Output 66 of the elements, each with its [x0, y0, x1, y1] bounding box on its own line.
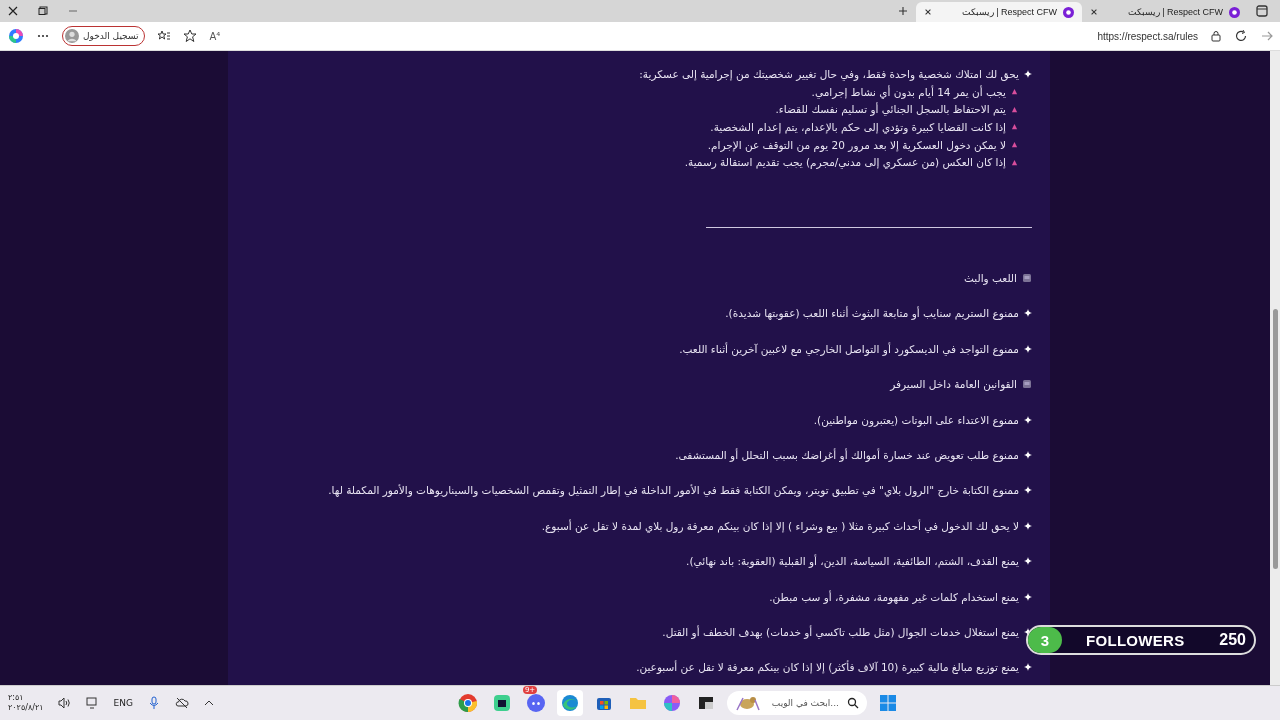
close-tab-icon[interactable] [1090, 8, 1098, 16]
workspaces-icon[interactable] [1256, 5, 1268, 17]
triangle-icon [1011, 105, 1018, 113]
edge-icon[interactable] [556, 690, 583, 716]
cloud-off-icon[interactable] [174, 696, 189, 710]
triangle-icon [1011, 141, 1018, 149]
rule-text: يمنع توزيع مبالغ مالية كبيرة (10 آلاف فأكثر) إلا إذا كان بينكم معرفة لا تقل عن أسبوعين. [636, 661, 1019, 674]
triangle-icon [1011, 158, 1018, 166]
sparkle-icon [1024, 521, 1032, 530]
rule-text: يمنع استخدام كلمات غير مفهومة، مشفرة، أو سب مبطن. [769, 590, 1019, 603]
search-icon [846, 697, 859, 709]
favorites-icon[interactable] [157, 29, 172, 43]
rule-text: يتم الاحتفاظ بالسجل الجنائي أو تسليم نفسك للقضاء. [775, 103, 1006, 116]
login-button[interactable]: تسجيل الدخول [62, 26, 146, 46]
avatar-icon [65, 29, 79, 43]
new-tab-icon[interactable] [898, 6, 908, 16]
sparkle-icon [1024, 592, 1032, 601]
followers-label: FOLLOWERS [1086, 631, 1185, 649]
url-text[interactable]: https://respect.sa/rules [1097, 30, 1198, 42]
sparkle-icon [1024, 450, 1032, 459]
browser-tab[interactable]: Respect CFW | ريسبكت [1082, 2, 1248, 22]
site-icon [1229, 6, 1240, 18]
rule-text: يحق لك امتلاك شخصية واحدة فقط، وفي حال تغيير شخصيتك من إجرامية إلى عسكرية: [639, 67, 1019, 80]
triangle-icon [1011, 88, 1018, 96]
sparkle-icon [1024, 415, 1032, 424]
rule-text: ممنوع التواجد في الديسكورد أو التواصل الخارجي مع لاعبين آخرين أثناء اللعب. [679, 342, 1019, 355]
sparkle-icon [1024, 663, 1032, 672]
rule-text: يمنع القذف، الشتم، الطائفية، السياسة، الدين، أو القبلية (العقوبة: باند نهائي). [686, 555, 1019, 568]
clock-time[interactable]: ٢:٥١ [8, 693, 44, 703]
close-icon[interactable] [8, 6, 18, 16]
rule-text: لا يمكن دخول العسكرية إلا بعد مرور 20 يوم من التوقف عن الإجرام. [707, 138, 1006, 151]
rule-text: إذا كان العكس (من عسكري إلى مدني/مجرم) يجب تقديم استقالة رسمية. [684, 156, 1006, 169]
language-indicator[interactable]: ENG [113, 698, 133, 708]
star-icon[interactable] [183, 29, 198, 43]
clock-date[interactable]: ٢٠٢٥/٨/٢١ [8, 703, 44, 713]
refresh-icon[interactable] [1234, 29, 1248, 43]
rule-text: يجب أن يمر 14 أيام بدون أي نشاط إجرامي. [811, 85, 1006, 98]
back-icon[interactable] [1260, 29, 1274, 43]
close-tab-icon[interactable] [924, 8, 932, 16]
triangle-icon [1011, 123, 1018, 131]
site-icon [1063, 6, 1074, 18]
sparkle-icon [1024, 557, 1032, 566]
lock-icon[interactable] [1210, 30, 1222, 42]
read-aloud-button[interactable]: A⁴ [209, 30, 221, 42]
rule-text: ممنوع الاعتداء على البوتات (يعتبرون مواطنين). [813, 413, 1019, 426]
rule-text: ممنوع الكتابة خارج "الرول بلاي" في تطبيق تويتر، ويمكن الكتابة فقط في الأمور الداخلة في إطار التمثيل وتقمص الشخصيات والسيناريوهات والأمور المكملة لها. [328, 484, 1019, 497]
sparkle-icon [1024, 69, 1032, 78]
rule-text: ممنوع طلب تعويض عند خسارة أموالك أو أغراضك بسبب التحلل أو المستشفى. [675, 448, 1019, 461]
sparkle-icon [1024, 486, 1032, 495]
follower-goal: 250 [1219, 631, 1246, 649]
rule-text: إذا كانت القضايا كبيرة وتؤدي إلى حكم بالإعدام، يتم إعدام الشخصية. [710, 120, 1006, 133]
browser-tab[interactable]: Respect CFW | ريسبكت [916, 2, 1082, 22]
follower-count: 3 [1028, 627, 1062, 653]
rule-text: ممنوع الستريم سنايب أو متابعة البثوث أثناء اللعب (عقوبتها شديدة). [725, 307, 1019, 320]
taskbar-search-field[interactable]: ابحث في الويب... [726, 691, 867, 715]
speaker-icon[interactable] [57, 696, 72, 710]
sparkle-icon [1024, 309, 1032, 318]
section-heading: اللعب والبث [964, 271, 1017, 284]
rule-text: لا يحق لك الدخول في أحداث كبيرة مثلا ( بيع وشراء ) إلا إذا كان بينكم معرفة رول بلاي لمدة لا تقل عن أسبوع. [541, 519, 1019, 532]
restore-icon[interactable] [38, 6, 48, 16]
copilot-icon[interactable] [8, 28, 24, 44]
sparkle-icon [1024, 344, 1032, 353]
section-heading: القوانين العامة داخل السيرفر [890, 378, 1017, 391]
emoji-icon [1022, 272, 1032, 283]
rule-text: يمنع استغلال خدمات الجوال (مثل طلب تاكسي أو خدمات) بهدف الخطف أو القتل. [662, 625, 1019, 638]
emoji-icon [1022, 379, 1032, 390]
